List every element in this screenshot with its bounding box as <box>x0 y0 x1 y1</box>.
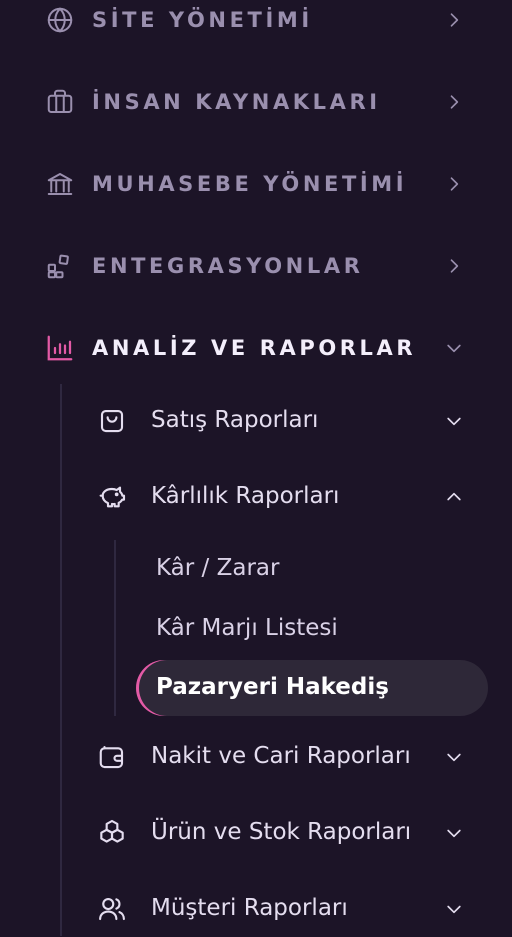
puzzle-icon <box>44 250 76 282</box>
users-icon <box>96 893 128 925</box>
submenu-item-label: Kârlılık Raporları <box>151 483 340 509</box>
menu-section-label: SİTE YÖNETİMİ <box>92 8 313 32</box>
submenu-guide-line <box>60 384 62 936</box>
bar-chart-icon <box>44 332 76 364</box>
submenu-item-nakit-ve-cari-raporlari[interactable]: Nakit ve Cari Raporları <box>90 729 490 785</box>
submenu-leaf-pazaryeri-hakedis[interactable]: Pazaryeri Hakediş <box>136 660 488 716</box>
submenu-leaf-kar-zarar[interactable]: Kâr / Zarar <box>136 541 488 597</box>
submenu-leaf-label: Kâr Marjı Listesi <box>156 615 338 641</box>
menu-section-analiz-ve-raporlar[interactable]: ANALİZ VE RAPORLAR <box>0 318 512 378</box>
chevron-down-icon <box>440 743 468 771</box>
submenu-item-label: Satış Raporları <box>151 407 319 433</box>
menu-section-muhasebe-yonetimi[interactable]: MUHASEBE YÖNETİMİ <box>0 154 512 214</box>
submenu-leaf-label: Pazaryeri Hakediş <box>156 674 389 700</box>
piggy-bank-icon <box>96 481 128 513</box>
menu-section-label: İNSAN KAYNAKLARI <box>92 90 381 114</box>
submenu-item-label: Ürün ve Stok Raporları <box>151 819 412 845</box>
menu-section-site-yonetimi[interactable]: SİTE YÖNETİMİ <box>0 0 512 50</box>
submenu-item-musteri-raporlari[interactable]: Müşteri Raporları <box>90 881 490 937</box>
bank-icon <box>44 168 76 200</box>
submenu-item-label: Nakit ve Cari Raporları <box>151 743 411 769</box>
chevron-right-icon <box>440 252 468 280</box>
globe-icon <box>44 4 76 36</box>
boxes-icon <box>96 817 128 849</box>
menu-section-entegrasyonlar[interactable]: ENTEGRASYONLAR <box>0 236 512 296</box>
submenu-guide-line-nested <box>114 540 116 716</box>
chevron-right-icon <box>440 6 468 34</box>
submenu-item-label: Müşteri Raporları <box>151 895 348 921</box>
menu-section-insan-kaynaklari[interactable]: İNSAN KAYNAKLARI <box>0 72 512 132</box>
submenu-item-satis-raporlari[interactable]: Satış Raporları <box>90 393 490 449</box>
chevron-down-icon <box>440 819 468 847</box>
submenu-item-karlilik-raporlari[interactable]: Kârlılık Raporları <box>90 469 490 525</box>
chevron-down-icon <box>440 407 468 435</box>
briefcase-icon <box>44 86 76 118</box>
chevron-up-icon <box>440 483 468 511</box>
chevron-down-icon <box>440 895 468 923</box>
submenu-leaf-label: Kâr / Zarar <box>156 555 280 581</box>
chevron-down-icon <box>440 334 468 362</box>
submenu-leaf-kar-marji-listesi[interactable]: Kâr Marjı Listesi <box>136 601 488 657</box>
submenu-item-urun-ve-stok-raporlari[interactable]: Ürün ve Stok Raporları <box>90 805 490 861</box>
menu-section-label: ANALİZ VE RAPORLAR <box>92 336 417 360</box>
wallet-icon <box>96 741 128 773</box>
menu-section-label: ENTEGRASYONLAR <box>92 254 364 278</box>
chevron-right-icon <box>440 88 468 116</box>
chevron-right-icon <box>440 170 468 198</box>
shopping-bag-icon <box>96 405 128 437</box>
menu-section-label: MUHASEBE YÖNETİMİ <box>92 172 408 196</box>
